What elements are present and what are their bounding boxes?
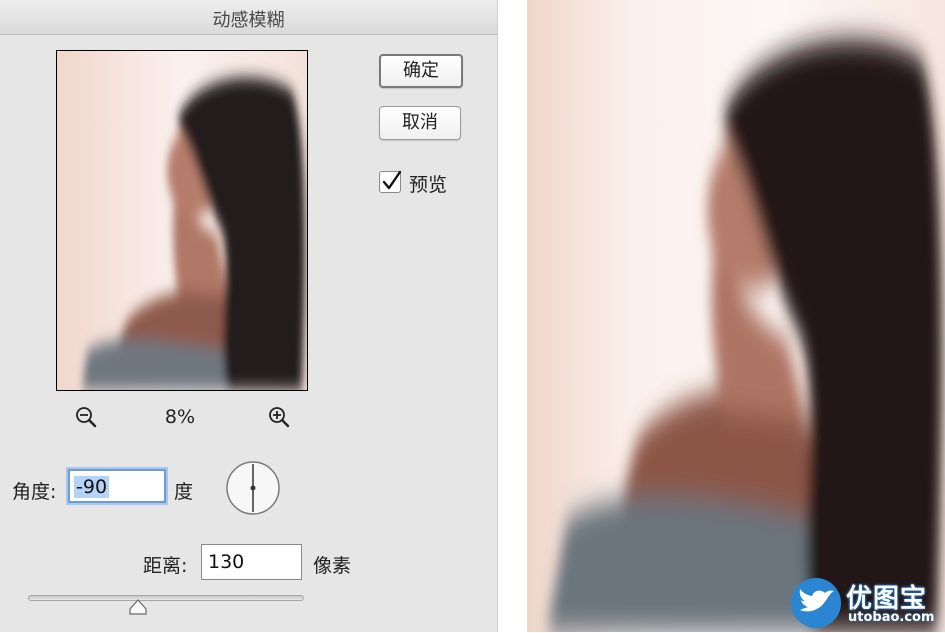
watermark-url: utobao.com (848, 610, 935, 625)
blurred-portrait-image (527, 0, 945, 632)
angle-dial-icon (226, 461, 280, 515)
zoom-in-icon (269, 407, 290, 428)
ok-button[interactable]: 确定 (379, 54, 463, 88)
checkmark-icon (382, 170, 402, 190)
angle-value: -90 (74, 476, 110, 498)
watermark: 优图宝 utobao.com (790, 575, 945, 632)
zoom-out-icon (76, 407, 97, 428)
cancel-button[interactable]: 取消 (379, 106, 461, 140)
distance-unit: 像素 (313, 555, 352, 577)
result-photo (527, 0, 945, 632)
dialog-title: 动感模糊 (212, 10, 285, 31)
distance-slider-thumb[interactable] (129, 599, 147, 615)
zoom-in-button[interactable] (267, 405, 291, 429)
preview-checkbox[interactable] (379, 170, 402, 193)
angle-unit: 度 (174, 481, 194, 503)
slider-thumb-icon (129, 599, 147, 615)
zoom-percentage: 8% (164, 406, 196, 428)
preview-label: 预览 (409, 174, 448, 196)
angle-label: 角度: (12, 481, 57, 503)
angle-field[interactable]: -90 (68, 469, 166, 503)
motion-blur-dialog: 动感模糊 8% 确定 取消 预览 角度: -90 度 距离: 130 像素 (0, 0, 498, 632)
angle-dial[interactable] (225, 460, 281, 516)
distance-value: 130 (208, 551, 245, 573)
distance-label: 距离: (143, 555, 188, 577)
preview-image (57, 51, 307, 390)
distance-field[interactable]: 130 (201, 544, 302, 580)
distance-slider[interactable] (28, 595, 304, 601)
preview-thumbnail[interactable] (56, 50, 308, 391)
bird-icon (790, 577, 842, 629)
title-bar: 动感模糊 (0, 0, 497, 35)
zoom-out-button[interactable] (74, 405, 98, 429)
